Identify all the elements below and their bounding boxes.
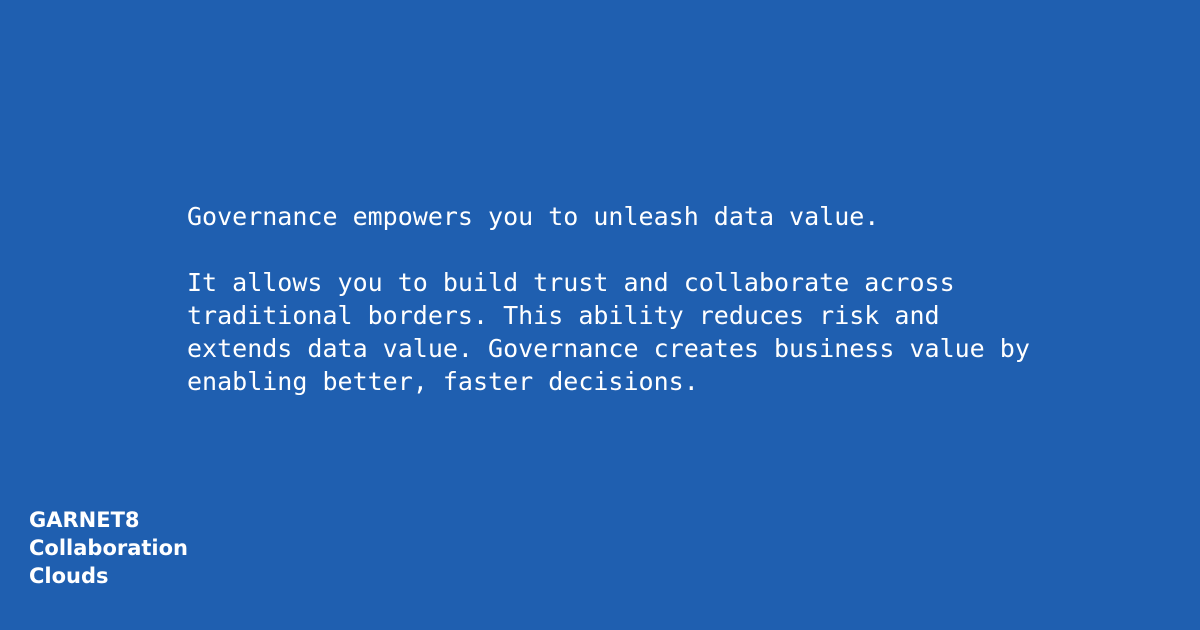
body-line: enabling better, faster decisions.: [187, 367, 699, 396]
brand-line: GARNET8: [29, 508, 140, 532]
body-line: extends data value. Governance creates b…: [187, 334, 1030, 363]
message-block: Governance empowers you to unleash data …: [187, 200, 1167, 398]
social-card: Governance empowers you to unleash data …: [0, 0, 1200, 630]
headline: Governance empowers you to unleash data …: [187, 202, 880, 231]
brand-line: Clouds: [29, 564, 109, 588]
brand-line: Collaboration: [29, 536, 189, 560]
brand-logo-text: GARNET8 Collaboration Clouds: [29, 506, 188, 590]
body-line: It allows you to build trust and collabo…: [187, 268, 955, 297]
body-line: traditional borders. This ability reduce…: [187, 301, 940, 330]
